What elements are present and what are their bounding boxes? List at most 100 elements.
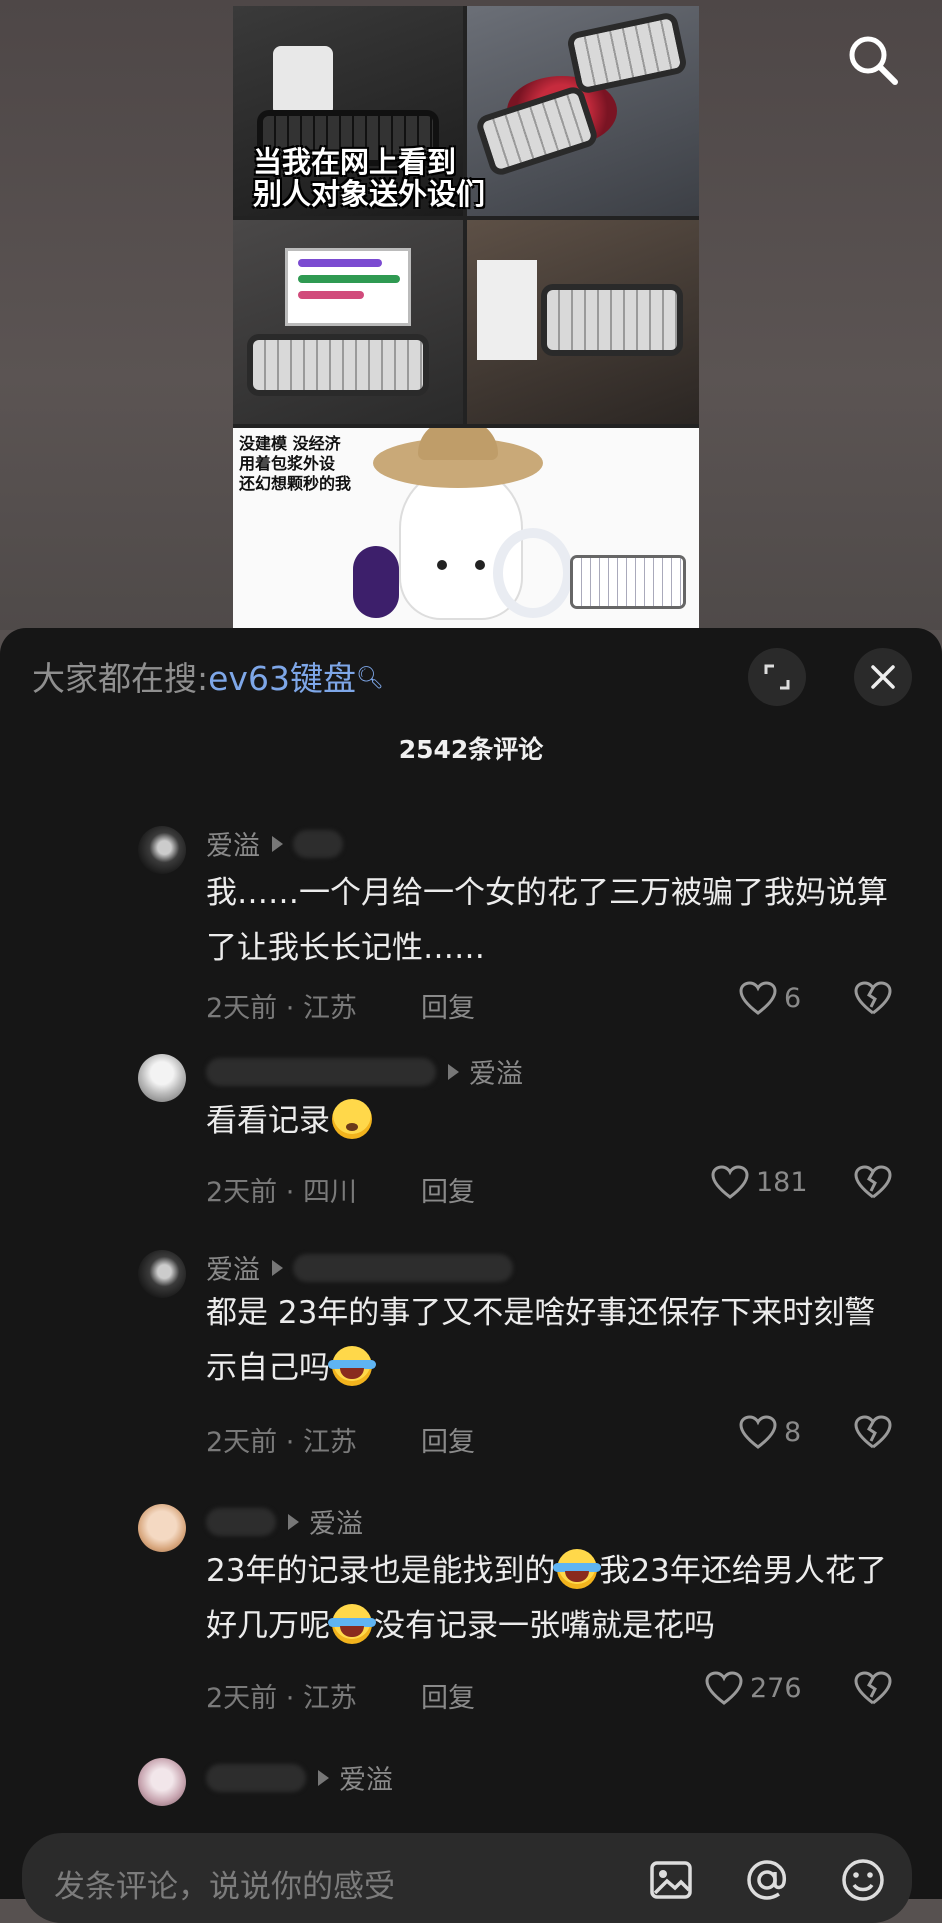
broken-heart-icon [854, 981, 892, 1015]
collage-panel-gift-box [467, 220, 699, 424]
cowboy-hat-image [373, 428, 543, 488]
image-icon [650, 1861, 692, 1899]
keyboard-image [572, 18, 682, 88]
reply-arrow-icon [272, 835, 283, 852]
reply-button[interactable]: 回复 [421, 1676, 475, 1715]
reply-button[interactable]: 回复 [421, 1170, 475, 1209]
comment-location: 江苏 [302, 993, 357, 1024]
avatar[interactable] [138, 1250, 186, 1298]
broken-heart-icon [854, 1671, 892, 1705]
keyboard-image [573, 558, 683, 606]
comment-time: 2天前 [206, 993, 278, 1024]
like-button[interactable]: 6 [738, 980, 801, 1016]
avatar[interactable] [138, 1054, 186, 1102]
comment-text: 我……一个月给一个女的花了三万被骗了我妈说算了让我长长记性…… [206, 875, 888, 966]
reply-button[interactable]: 回复 [421, 986, 475, 1025]
heart-icon [705, 1671, 743, 1705]
comment-meta: 爱溢 [206, 1248, 513, 1287]
comment-time: 2天前 [206, 1427, 278, 1458]
hidden-username [206, 1057, 436, 1086]
trending-search[interactable]: 大家都在搜:ev63键盘🔍︎ [32, 658, 384, 700]
crying-face-emoji-icon [553, 1549, 602, 1589]
keyboard-image [253, 340, 423, 390]
search-button[interactable] [845, 32, 901, 88]
comment-location: 江苏 [302, 1683, 357, 1714]
trending-prefix: 大家都在搜: [32, 659, 209, 698]
comment-text: 23年的记录也是能找到的 我23年还给男人花了好几万呢 没有记录一张嘴就是花吗 [206, 1544, 906, 1654]
comment-text: 看看记录 [206, 1094, 906, 1149]
headset-image [493, 528, 573, 618]
reply-target[interactable]: 爱溢 [339, 1758, 393, 1797]
dislike-button[interactable] [853, 1164, 893, 1204]
comment-meta: 爱溢 [206, 1502, 363, 1541]
comment-author[interactable]: 爱溢 [206, 1248, 260, 1287]
comment-location: 四川 [302, 1177, 357, 1208]
like-count: 276 [750, 1672, 802, 1704]
avatar[interactable] [138, 1504, 186, 1552]
cat-eye [437, 560, 447, 570]
comment-count: 2542条评论 [398, 735, 544, 764]
box-image [477, 260, 537, 360]
collage-panel-roses [467, 6, 699, 216]
comment-input-bar[interactable]: 发条评论，说说你的感受 [22, 1833, 912, 1923]
dislike-button[interactable] [853, 980, 893, 1020]
search-small-icon: 🔍︎ [355, 666, 384, 691]
hidden-username [293, 1253, 513, 1282]
expand-button[interactable] [748, 648, 806, 706]
smiley-icon [842, 1859, 884, 1901]
reply-button[interactable]: 回复 [421, 1420, 475, 1459]
hidden-username [293, 829, 343, 858]
trending-keyword-link[interactable]: ev63键盘 [208, 659, 356, 698]
collage-panel-meme: 没建模 没经济 用着包浆外设 还幻想颗秒的我 [233, 428, 699, 628]
shy-face-emoji-icon [332, 1099, 372, 1139]
at-sign-icon [747, 1860, 787, 1900]
video-overlay-caption: 当我在网上看到 别人对象送外设们 [253, 145, 486, 211]
like-button[interactable]: 181 [710, 1164, 808, 1200]
heart-icon [739, 981, 777, 1015]
avatar[interactable] [138, 1758, 186, 1806]
comment-meta: 爱溢 [206, 824, 343, 863]
image-button[interactable] [646, 1855, 696, 1905]
broken-heart-icon [854, 1415, 892, 1449]
reply-target[interactable]: 爱溢 [309, 1502, 363, 1541]
like-count: 181 [756, 1166, 808, 1198]
heart-icon [711, 1165, 749, 1199]
dislike-button[interactable] [853, 1414, 893, 1454]
dislike-button[interactable] [853, 1670, 893, 1710]
gaming-mouse-image [353, 546, 399, 618]
handwritten-sign-image [285, 248, 411, 326]
close-button[interactable] [854, 648, 912, 706]
reply-arrow-icon [318, 1769, 329, 1786]
comment-text-part: 都是 23年的事了又不是啥好事还保存下来时刻警示自己吗 [206, 1295, 876, 1386]
comment-text-part: 没有记录一张嘴就是花吗 [374, 1608, 715, 1644]
emoji-button[interactable] [838, 1855, 888, 1905]
mouse-box-image [273, 46, 333, 116]
cat-eye [475, 560, 485, 570]
avatar[interactable] [138, 826, 186, 874]
comment-text-part: 看看记录 [206, 1103, 330, 1139]
comment-meta: 爱溢 [206, 1052, 523, 1091]
like-button[interactable]: 276 [704, 1670, 802, 1706]
mention-button[interactable] [742, 1855, 792, 1905]
expand-icon [764, 664, 790, 690]
reply-target[interactable]: 爱溢 [469, 1052, 523, 1091]
meme-caption: 没建模 没经济 用着包浆外设 还幻想颗秒的我 [239, 434, 352, 493]
video-frame[interactable]: 当我在网上看到 别人对象送外设们 没建模 没经济 用着包浆外设 还幻想颗秒的我 [233, 6, 699, 628]
comment-meta: 爱溢 [206, 1758, 393, 1797]
broken-heart-icon [854, 1165, 892, 1199]
comment-time: 2天前 [206, 1683, 278, 1714]
like-count: 6 [784, 982, 802, 1014]
hidden-username [206, 1507, 276, 1536]
reply-arrow-icon [272, 1259, 283, 1276]
comment-text-part: 23年的记录也是能找到的 [206, 1553, 556, 1589]
comment-author[interactable]: 爱溢 [206, 824, 260, 863]
collage-panel-sign [233, 220, 463, 424]
comment-input-placeholder[interactable]: 发条评论，说说你的感受 [54, 1861, 395, 1906]
search-icon [849, 36, 898, 85]
comment-sheet: 大家都在搜:ev63键盘🔍︎ 2542条评论 爱溢 我……一个月给一个女的花了三… [0, 628, 942, 1899]
like-button[interactable]: 8 [738, 1414, 801, 1450]
close-icon [871, 665, 895, 689]
crying-face-emoji-icon [328, 1346, 376, 1386]
comment-location: 江苏 [302, 1427, 357, 1458]
crying-face-emoji-icon [328, 1604, 376, 1644]
